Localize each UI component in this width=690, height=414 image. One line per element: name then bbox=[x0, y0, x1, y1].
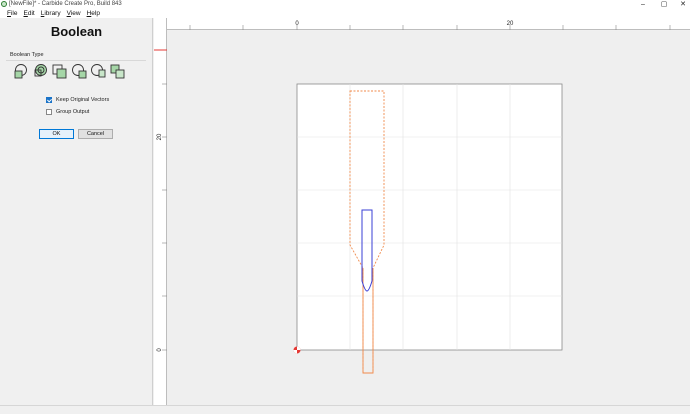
keep-original-vectors-checkbox[interactable] bbox=[46, 97, 52, 103]
vruler-tick-20: 20 bbox=[157, 133, 163, 140]
design-canvas[interactable] bbox=[167, 31, 690, 405]
keep-original-vectors-label: Keep Original Vectors bbox=[56, 97, 110, 103]
section-divider bbox=[6, 60, 146, 61]
menu-edit[interactable]: Edit bbox=[21, 9, 38, 18]
carbide-create-icon bbox=[1, 1, 7, 7]
boolean-subtract-b-button[interactable] bbox=[90, 63, 107, 80]
menu-help[interactable]: Help bbox=[84, 9, 103, 18]
boolean-union-button[interactable] bbox=[13, 63, 30, 80]
hruler-tick-0: 0 bbox=[295, 21, 299, 27]
group-output-option[interactable]: Group Output bbox=[46, 109, 89, 115]
minimize-button[interactable]: – bbox=[636, 0, 650, 9]
boolean-union-keep-button[interactable] bbox=[32, 63, 49, 80]
cancel-button[interactable]: Cancel bbox=[78, 129, 113, 139]
group-output-checkbox[interactable] bbox=[46, 109, 52, 115]
subtract-a-icon bbox=[72, 64, 87, 79]
hruler-tick-20: 20 bbox=[507, 21, 514, 27]
vertical-ruler[interactable]: 20 0 bbox=[154, 18, 167, 405]
subtract-b-icon bbox=[91, 64, 106, 78]
keep-original-vectors-option[interactable]: Keep Original Vectors bbox=[46, 97, 109, 103]
app-window: [NewFile]* - Carbide Create Pro, Build 8… bbox=[0, 0, 690, 414]
boolean-type-label: Boolean Type bbox=[10, 52, 44, 58]
boolean-subtract-c-button[interactable] bbox=[109, 63, 126, 80]
boolean-subtract-a-button[interactable] bbox=[71, 63, 88, 80]
union-icon bbox=[14, 64, 27, 79]
maximize-button[interactable]: ▢ bbox=[657, 0, 671, 9]
menu-library[interactable]: Library bbox=[38, 9, 64, 18]
status-bar bbox=[0, 405, 690, 414]
close-button[interactable]: ✕ bbox=[676, 0, 690, 9]
origin-marker-icon bbox=[293, 346, 301, 354]
menu-file[interactable]: File bbox=[4, 9, 21, 18]
subtract-c-icon bbox=[110, 64, 125, 79]
horizontal-ruler[interactable]: 0 20 bbox=[167, 18, 690, 30]
menu-view[interactable]: View bbox=[64, 9, 84, 18]
title-bar: [NewFile]* - Carbide Create Pro, Build 8… bbox=[0, 0, 690, 9]
panel-title: Boolean bbox=[50, 24, 103, 39]
union-keep-icon bbox=[34, 64, 47, 77]
group-output-label: Group Output bbox=[56, 109, 90, 115]
stock-area bbox=[296, 83, 563, 351]
boolean-panel: Boolean Boolean Type Keep Original Vecto… bbox=[0, 18, 153, 405]
ok-button[interactable]: OK bbox=[39, 129, 74, 139]
boolean-intersect-button[interactable] bbox=[51, 63, 68, 80]
vruler-tick-0: 0 bbox=[157, 348, 163, 352]
intersect-icon bbox=[52, 64, 67, 79]
window-title: [NewFile]* - Carbide Create Pro, Build 8… bbox=[9, 1, 122, 7]
menu-bar: File Edit Library View Help bbox=[0, 9, 690, 18]
